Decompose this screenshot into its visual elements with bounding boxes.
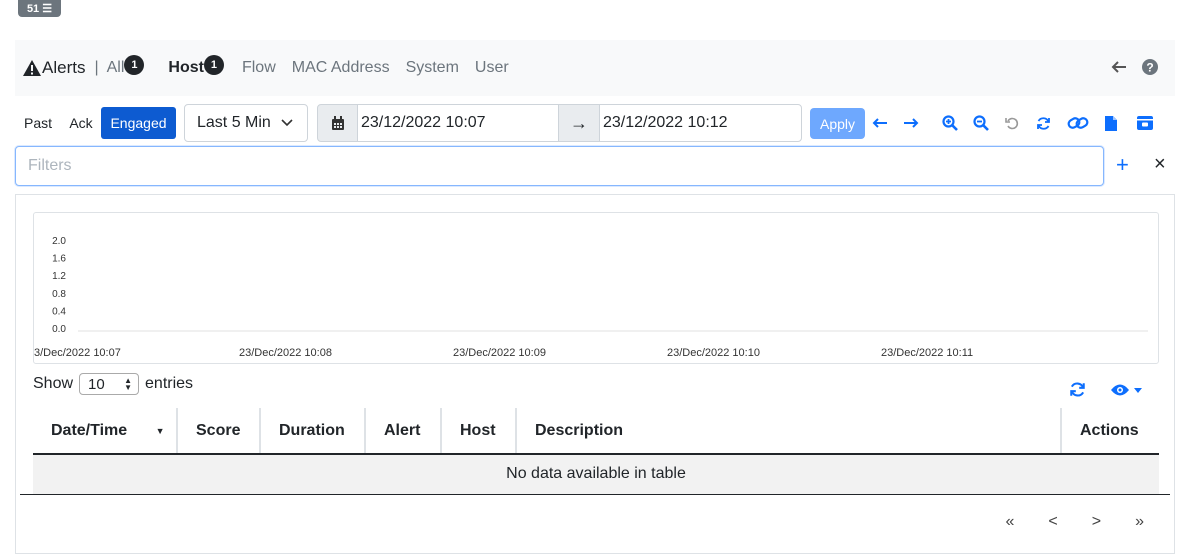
tab-all[interactable]: All 1 <box>106 55 145 78</box>
range-select-value: Last 5 Min <box>197 114 271 131</box>
next-page-button[interactable]: > <box>1092 513 1101 531</box>
tab-all-badge: 1 <box>124 55 145 75</box>
zoom-in-icon[interactable] <box>940 113 960 133</box>
column-header-duration[interactable]: Duration <box>260 408 366 455</box>
warning-icon <box>23 60 41 76</box>
empty-table-message: No data available in table <box>33 454 1159 495</box>
calendar-icon[interactable] <box>317 104 358 142</box>
table-refresh-icon[interactable] <box>1069 381 1086 403</box>
tab-host[interactable]: Host 1 <box>168 55 224 78</box>
range-select[interactable]: Last 5 Min <box>184 104 308 142</box>
sort-desc-icon: ▼ <box>155 425 165 436</box>
filters-input[interactable] <box>15 146 1104 186</box>
add-filter-button[interactable]: + <box>1116 152 1129 178</box>
alerts-card: 2.0 1.6 1.2 0.8 0.4 0.0 3/Dec/2022 10:07 23/Dec… <box>15 194 1175 554</box>
column-header-description[interactable]: Description <box>516 408 1062 455</box>
table-row: No data available in table <box>33 454 1159 495</box>
y-tick-label: 1.6 <box>52 254 66 265</box>
undo-icon[interactable] <box>1002 113 1022 133</box>
tab-flow-label: Flow <box>241 59 276 76</box>
tab-user-label: User <box>474 59 509 76</box>
tab-host-badge: 1 <box>203 55 224 75</box>
alerts-table: Date/Time ▼ Score Duration Alert Host De… <box>33 408 1159 495</box>
column-visibility-icon[interactable] <box>1110 383 1142 397</box>
arrow-right-icon: → <box>558 104 600 142</box>
tab-user[interactable]: User <box>475 59 509 77</box>
page-length-control: Show 10 ▲ ▼ entries <box>33 373 193 395</box>
page-length-value: 10 <box>88 375 105 393</box>
end-date-input[interactable]: 23/12/2022 10:12 <box>599 104 802 142</box>
navbar-actions: ? <box>1111 58 1159 81</box>
column-header-actions[interactable]: Actions <box>1061 408 1159 455</box>
alert-count: 51 <box>26 2 40 15</box>
column-header-datetime[interactable]: Date/Time ▼ <box>33 408 178 455</box>
back-arrow-icon[interactable] <box>1111 60 1127 79</box>
alerts-chart: 2.0 1.6 1.2 0.8 0.4 0.0 3/Dec/2022 10:07 23/Dec… <box>33 212 1159 364</box>
zoom-out-icon[interactable] <box>971 113 991 133</box>
x-tick-label: 23/Dec/2022 10:09 <box>453 347 546 359</box>
tab-mac-address-label: MAC Address <box>291 59 390 76</box>
first-page-button[interactable]: « <box>1006 513 1015 531</box>
alert-count-badge[interactable]: 51 ☰ <box>18 0 61 17</box>
table-bottom-rule <box>20 494 1170 495</box>
column-header-host[interactable]: Host <box>441 408 517 455</box>
column-header-alert[interactable]: Alert <box>365 408 442 455</box>
last-page-button[interactable]: » <box>1135 513 1144 531</box>
x-tick-label: 23/Dec/2022 10:08 <box>239 347 332 359</box>
tab-system-label: System <box>405 59 459 76</box>
y-tick-label: 2.0 <box>52 236 66 247</box>
help-icon[interactable]: ? <box>1141 58 1159 81</box>
caret-down-icon <box>1134 387 1142 393</box>
column-header-score[interactable]: Score <box>177 408 261 455</box>
stepper-icon: ▲ ▼ <box>124 376 133 392</box>
link-icon[interactable] <box>1066 113 1090 133</box>
alerts-navbar: Alerts | All 1 Host 1 Flow MAC Address S… <box>15 40 1175 96</box>
y-tick-label: 1.2 <box>52 271 66 282</box>
shift-forward-icon[interactable] <box>901 113 921 133</box>
svg-text:?: ? <box>1146 61 1153 75</box>
clear-filter-button[interactable]: × <box>1154 153 1166 176</box>
pagination: « < > » <box>1006 513 1145 531</box>
report-file-icon[interactable] <box>1101 113 1121 133</box>
entries-label: entries <box>145 375 194 392</box>
y-tick-label: 0.8 <box>52 289 66 300</box>
chevron-down-icon <box>281 119 293 127</box>
apply-button[interactable]: Apply <box>810 108 865 139</box>
show-label: Show <box>33 375 74 392</box>
begin-date-input[interactable]: 23/12/2022 10:07 <box>357 104 559 142</box>
page-title: Alerts <box>23 58 85 78</box>
filter-row: + × <box>15 146 1175 186</box>
y-tick-label: 0.0 <box>52 324 66 335</box>
x-tick-label: 3/Dec/2022 10:07 <box>34 347 121 359</box>
x-tick-label: 23/Dec/2022 10:10 <box>667 347 760 359</box>
tab-mac-address[interactable]: MAC Address <box>292 59 390 77</box>
ack-button[interactable]: Ack <box>63 107 99 139</box>
tab-system[interactable]: System <box>406 59 459 77</box>
past-button[interactable]: Past <box>18 107 58 139</box>
archive-icon[interactable] <box>1135 113 1155 133</box>
tab-host-label: Host <box>168 59 204 76</box>
nav-separator: | <box>94 59 99 76</box>
shift-back-icon[interactable] <box>870 113 890 133</box>
chart-svg: 2.0 1.6 1.2 0.8 0.4 0.0 3/Dec/2022 10:07 23/Dec… <box>34 236 1148 359</box>
tab-flow[interactable]: Flow <box>242 59 276 77</box>
time-toolbar: Past Ack Engaged Last 5 Min 23/12/2022 1… <box>15 104 1175 142</box>
table-header-row: Date/Time ▼ Score Duration Alert Host De… <box>33 408 1159 455</box>
x-tick-label: 23/Dec/2022 10:11 <box>881 347 973 359</box>
list-icon: ☰ <box>42 3 53 15</box>
page-length-select[interactable]: 10 ▲ ▼ <box>79 373 140 395</box>
y-tick-label: 0.4 <box>52 306 66 317</box>
refresh-icon[interactable] <box>1033 113 1053 133</box>
tab-all-label: All <box>106 59 125 76</box>
prev-page-button[interactable]: < <box>1048 513 1057 531</box>
column-datetime-label: Date/Time <box>51 421 128 439</box>
page-title-text: Alerts <box>42 58 86 77</box>
engaged-button[interactable]: Engaged <box>101 107 176 139</box>
